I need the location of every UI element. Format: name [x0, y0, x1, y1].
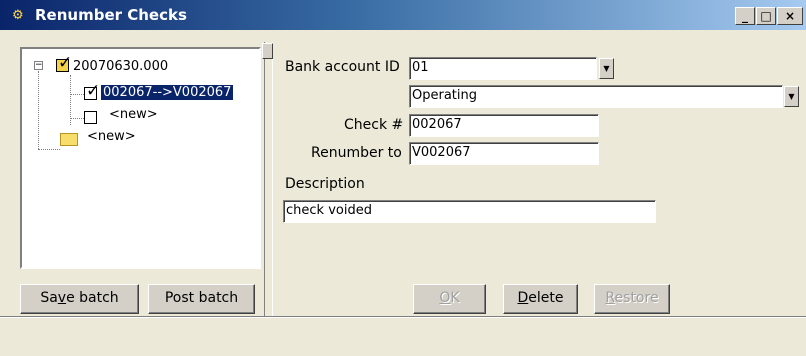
unchecked-check-icon [84, 111, 97, 124]
folder-icon [60, 133, 78, 146]
checked-check-icon: ✓ [84, 81, 101, 101]
chevron-down-icon[interactable]: ▼ [599, 58, 614, 79]
app-icon: ⚙ [12, 8, 24, 23]
bank-account-name-field[interactable]: Operating [409, 85, 783, 108]
minimize-button[interactable]: _ [735, 7, 755, 25]
tree-item-check[interactable]: 002067-->V002067 [99, 84, 235, 101]
renumber-to-label: Renumber to [311, 145, 402, 161]
tree-connector [70, 118, 84, 119]
tree-item-new-check[interactable]: <new> [109, 107, 158, 122]
description-field[interactable]: check voided [283, 200, 656, 223]
tree-connector [38, 71, 39, 149]
maximize-button[interactable]: □ [756, 7, 776, 25]
check-number-label: Check # [344, 117, 404, 133]
status-bar-divider [0, 316, 806, 318]
post-batch-button[interactable]: Post batch [148, 284, 255, 314]
save-batch-button[interactable]: Save batch [20, 284, 139, 314]
collapse-icon[interactable]: − [34, 61, 43, 70]
chevron-down-icon[interactable]: ▼ [784, 86, 799, 107]
tree-connector [70, 94, 84, 95]
tree-item-batch[interactable]: 20070630.000 [73, 59, 168, 74]
tree-item-new-batch[interactable]: <new> [87, 129, 136, 144]
restore-button[interactable]: Restore [594, 284, 670, 314]
title-bar: ⚙ Renumber Checks _ □ × [0, 0, 806, 30]
panel-splitter[interactable] [264, 42, 273, 316]
check-number-field[interactable]: 002067 [409, 114, 599, 137]
batch-tree[interactable]: − ✓ 20070630.000 ✓ 002067-->V002067 <new… [20, 47, 261, 269]
tree-connector [38, 149, 60, 150]
splitter-grip[interactable] [262, 43, 273, 59]
bank-account-id-label: Bank account ID [285, 59, 400, 75]
close-button[interactable]: × [777, 7, 803, 25]
renumber-to-field[interactable]: V002067 [409, 142, 599, 165]
bank-account-id-field[interactable]: 01 [409, 57, 597, 80]
description-label: Description [285, 176, 365, 192]
checked-batch-icon: ✓ [56, 53, 73, 73]
ok-button[interactable]: OK [413, 284, 486, 314]
delete-button[interactable]: Delete [503, 284, 578, 314]
window-title: Renumber Checks [35, 6, 187, 24]
